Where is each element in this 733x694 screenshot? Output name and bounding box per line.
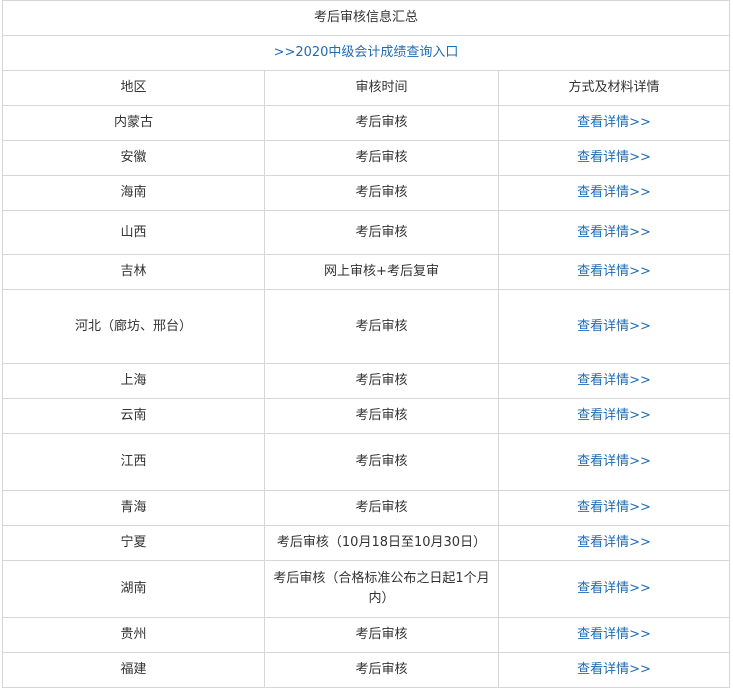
region-cell: 吉林: [2, 254, 265, 290]
table-row: 福建 考后审核 查看详情>>: [2, 652, 730, 688]
region-cell: 内蒙古: [2, 105, 265, 141]
banner-link-row: >>2020中级会计成绩查询入口: [2, 35, 730, 71]
region-cell: 湖南: [2, 560, 265, 618]
view-details-link[interactable]: 查看详情>>: [577, 185, 651, 200]
review-time-cell: 考后审核: [264, 105, 499, 141]
view-details-link[interactable]: 查看详情>>: [577, 500, 651, 515]
table-row: 云南 考后审核 查看详情>>: [2, 398, 730, 434]
header-row: 地区 审核时间 方式及材料详情: [2, 70, 730, 106]
review-time-cell: 考后审核: [264, 140, 499, 176]
view-details-link[interactable]: 查看详情>>: [577, 373, 651, 388]
review-time-cell: 考后审核: [264, 490, 499, 526]
region-cell: 贵州: [2, 617, 265, 653]
review-time-cell: 考后审核: [264, 175, 499, 211]
view-details-link[interactable]: 查看详情>>: [577, 319, 651, 334]
table-row: 安徽 考后审核 查看详情>>: [2, 140, 730, 176]
table-row: 湖南 考后审核（合格标准公布之日起1个月内） 查看详情>>: [2, 560, 730, 618]
review-time-cell: 考后审核: [264, 210, 499, 255]
table-row: 贵州 考后审核 查看详情>>: [2, 617, 730, 653]
view-details-link[interactable]: 查看详情>>: [577, 662, 651, 677]
view-details-link[interactable]: 查看详情>>: [577, 627, 651, 642]
review-time-cell: 网上审核+考后复审: [264, 254, 499, 290]
view-details-link[interactable]: 查看详情>>: [577, 264, 651, 279]
review-time-cell: 考后审核（合格标准公布之日起1个月内）: [264, 560, 499, 618]
table-title: 考后审核信息汇总: [2, 0, 730, 36]
table-row: 上海 考后审核 查看详情>>: [2, 363, 730, 399]
view-details-link[interactable]: 查看详情>>: [577, 581, 651, 596]
header-details: 方式及材料详情: [498, 70, 730, 106]
region-cell: 福建: [2, 652, 265, 688]
view-details-link[interactable]: 查看详情>>: [577, 115, 651, 130]
region-cell: 安徽: [2, 140, 265, 176]
view-details-link[interactable]: 查看详情>>: [577, 535, 651, 550]
view-details-link[interactable]: 查看详情>>: [577, 454, 651, 469]
score-query-link[interactable]: >>2020中级会计成绩查询入口: [274, 45, 459, 60]
region-cell: 云南: [2, 398, 265, 434]
table-row: 吉林 网上审核+考后复审 查看详情>>: [2, 254, 730, 290]
region-cell: 江西: [2, 433, 265, 491]
review-time-cell: 考后审核: [264, 433, 499, 491]
table-row: 山西 考后审核 查看详情>>: [2, 210, 730, 255]
region-cell: 宁夏: [2, 525, 265, 561]
table-title-row: 考后审核信息汇总: [2, 0, 730, 36]
view-details-link[interactable]: 查看详情>>: [577, 408, 651, 423]
review-time-cell: 考后审核（10月18日至10月30日）: [264, 525, 499, 561]
view-details-link[interactable]: 查看详情>>: [577, 225, 651, 240]
view-details-link[interactable]: 查看详情>>: [577, 150, 651, 165]
region-cell: 海南: [2, 175, 265, 211]
table-row: 宁夏 考后审核（10月18日至10月30日） 查看详情>>: [2, 525, 730, 561]
review-time-cell: 考后审核: [264, 289, 499, 364]
review-time-cell: 考后审核: [264, 398, 499, 434]
review-time-cell: 考后审核: [264, 363, 499, 399]
header-review-time: 审核时间: [264, 70, 499, 106]
review-time-cell: 考后审核: [264, 652, 499, 688]
region-cell: 河北（廊坊、邢台）: [2, 289, 265, 364]
table-row: 海南 考后审核 查看详情>>: [2, 175, 730, 211]
table-row: 内蒙古 考后审核 查看详情>>: [2, 105, 730, 141]
review-info-table: 考后审核信息汇总 >>2020中级会计成绩查询入口 地区 审核时间 方式及材料详…: [2, 0, 730, 688]
header-region: 地区: [2, 70, 265, 106]
table-row: 河北（廊坊、邢台） 考后审核 查看详情>>: [2, 289, 730, 364]
table-row: 江西 考后审核 查看详情>>: [2, 433, 730, 491]
review-time-cell: 考后审核: [264, 617, 499, 653]
table-row: 青海 考后审核 查看详情>>: [2, 490, 730, 526]
region-cell: 青海: [2, 490, 265, 526]
region-cell: 上海: [2, 363, 265, 399]
region-cell: 山西: [2, 210, 265, 255]
